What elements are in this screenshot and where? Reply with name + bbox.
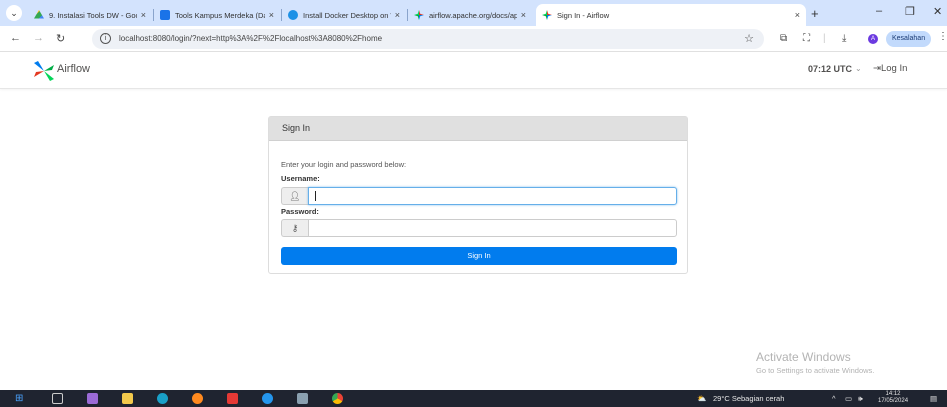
tab-instalasi-tools[interactable]: 9. Instalasi Tools DW - Goog × — [28, 4, 152, 26]
extension-icon[interactable]: ⧉ — [780, 33, 787, 44]
weather-icon[interactable]: ⛅ — [697, 394, 706, 403]
maximize-icon[interactable]: ❐ — [905, 5, 915, 18]
windows-start-icon[interactable]: ⊞ — [15, 393, 26, 404]
user-icon: 👤︎ — [281, 187, 308, 205]
utc-clock[interactable]: 07:12 UTC — [808, 64, 852, 74]
login-link[interactable]: ⇥Log In — [873, 63, 907, 74]
bookmark-star-icon[interactable]: ☆ — [744, 32, 754, 45]
login-hint: Enter your login and password below: — [281, 160, 407, 169]
docker-icon — [288, 10, 298, 20]
tab-sign-in-airflow[interactable]: Sign In - Airflow × — [536, 4, 806, 26]
password-input[interactable] — [308, 219, 677, 237]
weather-text[interactable]: 29°C Sebagian cerah — [713, 394, 784, 403]
docker-icon[interactable] — [262, 393, 273, 404]
browser-tab-strip: ⌄ 9. Instalasi Tools DW - Goog × Tools K… — [0, 0, 947, 26]
extensions-puzzle-icon[interactable]: ⛶ — [803, 33, 810, 44]
sheets-icon — [160, 10, 170, 20]
notification-icon[interactable]: ▤ — [930, 394, 937, 403]
panel-title: Sign In — [269, 117, 687, 141]
visual-studio-icon[interactable] — [87, 393, 98, 404]
username-input[interactable] — [308, 187, 677, 205]
minimize-icon[interactable]: – — [876, 5, 882, 17]
close-window-icon[interactable]: ✕ — [933, 5, 942, 18]
airflow-logo-icon[interactable] — [34, 61, 54, 81]
youtube-icon[interactable] — [227, 393, 238, 404]
tray-chevron-up-icon[interactable]: ^ — [832, 394, 836, 403]
activate-windows-subtitle: Go to Settings to activate Windows. — [756, 366, 875, 375]
airflow-navbar: Airflow 07:12 UTC ⌄ ⇥Log In — [0, 52, 947, 89]
network-icon[interactable]: ▭ — [845, 394, 852, 403]
download-icon[interactable]: ⤓ — [842, 33, 846, 44]
username-label: Username: — [281, 174, 320, 183]
sign-in-panel: Sign In Enter your login and password be… — [268, 116, 688, 274]
tab-install-docker[interactable]: Install Docker Desktop on W × — [282, 4, 406, 26]
forward-arrow-icon[interactable]: → — [33, 32, 44, 44]
site-info-icon[interactable]: i — [100, 33, 111, 44]
task-view-icon[interactable] — [52, 393, 63, 404]
text-caret — [315, 191, 316, 201]
chevron-down-icon[interactable]: ⌄ — [855, 64, 862, 73]
error-badge[interactable]: Kesalahan — [886, 31, 932, 47]
tab-title: Tools Kampus Merdeka (Dat — [175, 10, 265, 20]
login-arrow-icon: ⇥ — [873, 63, 881, 74]
tab-airflow-docs[interactable]: airflow.apache.org/docs/apa × — [408, 4, 532, 26]
tab-search-icon[interactable]: ⌄ — [6, 5, 22, 21]
file-explorer-icon[interactable] — [122, 393, 133, 404]
more-menu-icon[interactable]: ⋮ — [938, 31, 947, 42]
close-tab-icon[interactable]: × — [269, 10, 274, 20]
new-tab-button[interactable]: + — [811, 6, 819, 21]
firefox-icon[interactable] — [192, 393, 203, 404]
activate-windows-title: Activate Windows — [756, 350, 851, 364]
tab-tools-kampus[interactable]: Tools Kampus Merdeka (Dat × — [154, 4, 280, 26]
clock-date: 17/05/2024 — [878, 398, 909, 404]
windows-taskbar: ⊞ ⛅ 29°C Sebagian cerah ^ ▭ 🕪︎ 14:12 17/… — [0, 390, 947, 407]
airflow-brand[interactable]: Airflow — [57, 63, 90, 75]
volume-icon[interactable]: 🕪︎ — [858, 394, 863, 404]
url-text[interactable]: localhost:8080/login/?next=http%3A%2F%2F… — [119, 34, 382, 43]
tab-title: airflow.apache.org/docs/apa — [429, 10, 517, 20]
close-tab-icon[interactable]: × — [521, 10, 526, 20]
close-tab-icon[interactable]: × — [141, 10, 146, 20]
airflow-icon — [542, 10, 552, 20]
profile-avatar[interactable]: A — [868, 34, 878, 44]
username-field-group: 👤︎ — [281, 187, 677, 205]
password-field-group: ⚷ — [281, 219, 677, 237]
google-drive-icon — [34, 10, 44, 19]
close-tab-icon[interactable]: × — [395, 10, 400, 20]
tab-title: Sign In - Airflow — [557, 10, 610, 20]
edge-icon[interactable] — [157, 393, 168, 404]
login-link-label: Log In — [880, 63, 908, 74]
close-tab-icon[interactable]: × — [795, 10, 800, 20]
airflow-icon — [414, 10, 424, 20]
clock-time: 14:12 — [885, 391, 901, 397]
terminal-icon[interactable] — [297, 393, 308, 404]
sign-in-button[interactable]: Sign In — [281, 247, 677, 265]
address-bar[interactable]: i localhost:8080/login/?next=http%3A%2F%… — [92, 29, 764, 49]
password-label: Password: — [281, 207, 319, 216]
tab-title: 9. Instalasi Tools DW - Goog — [49, 10, 137, 20]
chrome-icon[interactable] — [332, 393, 343, 404]
tab-title: Install Docker Desktop on W — [303, 10, 391, 20]
toolbar-divider: | — [823, 33, 826, 44]
reload-icon[interactable]: ↻ — [56, 32, 65, 45]
browser-toolbar: ← → ↻ i localhost:8080/login/?next=http%… — [0, 26, 947, 52]
system-clock[interactable]: 14:12 17/05/2024 — [878, 391, 908, 405]
back-arrow-icon[interactable]: ← — [10, 32, 21, 44]
key-icon: ⚷ — [281, 219, 308, 237]
